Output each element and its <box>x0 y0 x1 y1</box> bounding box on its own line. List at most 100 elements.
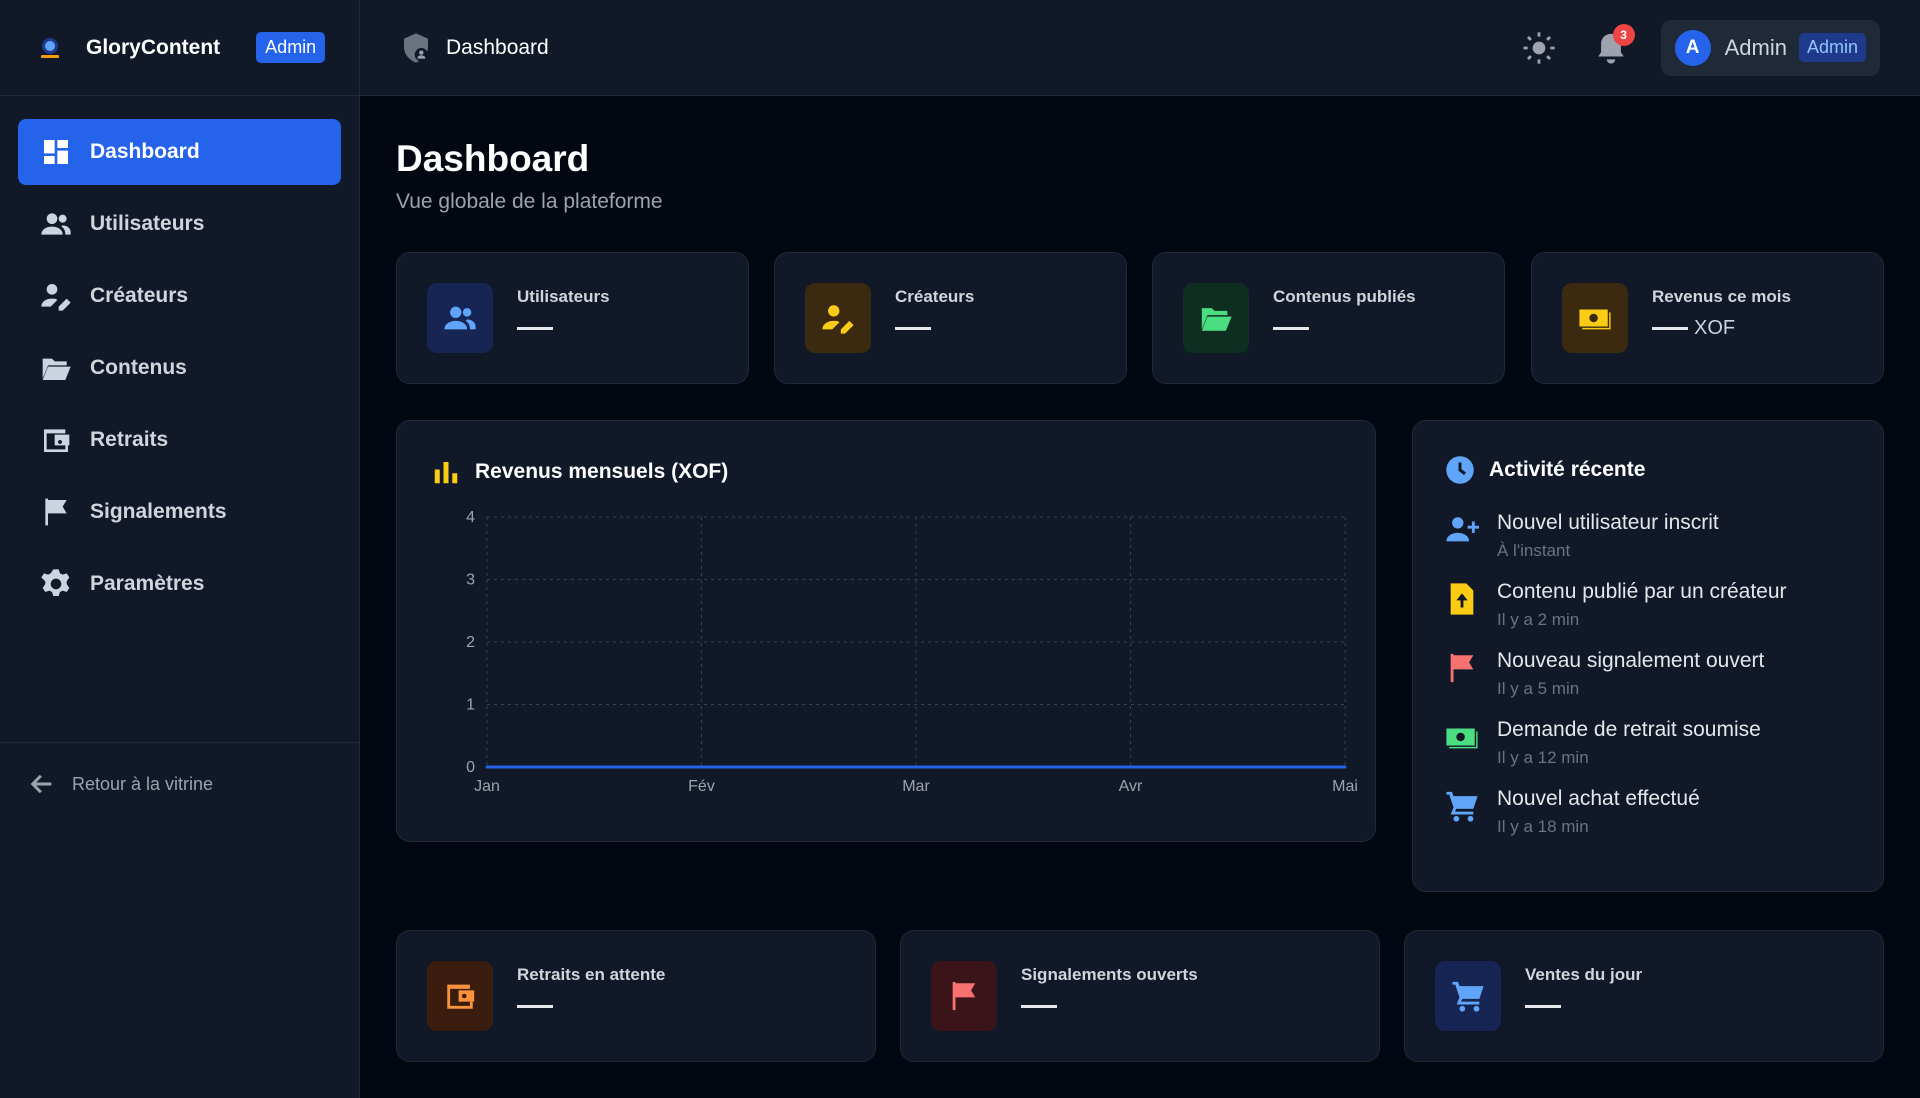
x-tick-label: Avr <box>1119 778 1143 795</box>
stat-label: Contenus publiés <box>1273 287 1416 306</box>
brand-name[interactable]: GloryContent <box>86 36 220 60</box>
empty-value-placeholder <box>895 327 931 330</box>
activity-item: Demande de retrait soumise Il y a 12 min <box>1445 718 1851 768</box>
brand: GloryContent Admin <box>0 0 359 96</box>
sidebar-item-label: Signalements <box>90 500 227 523</box>
activity-header: Activité récente <box>1445 455 1851 485</box>
stat-label: Utilisateurs <box>517 287 610 306</box>
stat-card-users: Utilisateurs <box>396 252 749 384</box>
cart-icon <box>1435 961 1501 1031</box>
sidebar-nav: Dashboard Utilisateurs Créateurs Contenu… <box>0 96 359 617</box>
empty-value-placeholder <box>517 327 553 330</box>
activity-item-title: Demande de retrait soumise <box>1497 718 1761 741</box>
user-name: Admin <box>1724 34 1787 60</box>
user-menu[interactable]: A Admin Admin <box>1660 19 1880 76</box>
sidebar-item-label: Créateurs <box>90 284 189 307</box>
stat-value <box>895 317 974 330</box>
stat-value <box>1273 317 1416 330</box>
empty-value-placeholder <box>1525 1005 1561 1008</box>
activity-item-time: Il y a 5 min <box>1497 679 1580 698</box>
x-tick-label: Mar <box>902 778 930 795</box>
users-icon <box>41 213 71 235</box>
user-edit-icon <box>805 283 871 353</box>
page-subtitle: Vue globale de la plateforme <box>396 190 663 213</box>
wallet-icon <box>427 961 493 1031</box>
y-tick-label: 2 <box>466 634 475 651</box>
header-title: Dashboard <box>446 35 549 59</box>
notification-count-badge: 3 <box>1612 23 1635 46</box>
shield-user-icon <box>404 32 428 63</box>
file-upload-icon <box>1450 583 1474 615</box>
user-plus-icon <box>1446 517 1479 542</box>
stat-label: Retraits en attente <box>517 965 666 984</box>
stat-label: Ventes du jour <box>1525 965 1643 984</box>
top-header: Dashboard 3 A Admin Admin <box>360 0 1920 96</box>
page-title: Dashboard <box>396 138 590 179</box>
activity-item-title: Nouvel achat effectué <box>1497 787 1700 810</box>
activity-item-time: Il y a 2 min <box>1497 610 1580 629</box>
user-edit-icon <box>41 284 71 311</box>
y-tick-label: 1 <box>466 697 475 714</box>
money-icon <box>1446 728 1478 749</box>
stat-value <box>1021 995 1198 1008</box>
activity-item: Nouvel utilisateur inscrit À l'instant <box>1445 511 1851 561</box>
folder-open-icon <box>42 358 71 380</box>
stat-card-monthly-revenue: Revenus ce mois XOF <box>1531 252 1884 384</box>
sidebar-item-label: Dashboard <box>90 140 200 163</box>
dashboard-icon <box>44 140 68 164</box>
header-actions: 3 A Admin Admin <box>1517 19 1880 76</box>
activity-item-time: Il y a 12 min <box>1497 748 1589 767</box>
empty-value-placeholder <box>517 1005 553 1008</box>
x-tick-label: Jan <box>474 778 500 795</box>
stat-label: Signalements ouverts <box>1021 965 1198 984</box>
activity-item: Contenu publié par un créateur Il y a 2 m… <box>1445 580 1851 630</box>
back-to-storefront-link[interactable]: Retour à la vitrine <box>28 770 213 798</box>
sidebar-item-signalements[interactable]: Signalements <box>18 479 341 545</box>
stat-value <box>517 317 610 330</box>
empty-value-placeholder <box>1652 327 1688 330</box>
back-link-label: Retour à la vitrine <box>72 773 214 794</box>
revenue-line-chart: 0 1 2 3 4 Jan Fév Mar Avr Mai <box>466 509 1358 795</box>
x-tick-label: Mai <box>1332 778 1358 795</box>
admin-badge: Admin <box>256 32 326 63</box>
header-breadcrumb: Dashboard <box>400 32 549 64</box>
sidebar-item-contenus[interactable]: Contenus <box>18 335 341 401</box>
sidebar-item-createurs[interactable]: Créateurs <box>18 263 341 329</box>
theme-toggle-button[interactable] <box>1517 26 1561 70</box>
folder-open-icon <box>1183 283 1249 353</box>
sidebar-item-retraits[interactable]: Retraits <box>18 407 341 473</box>
x-tick-label: Fév <box>688 778 715 795</box>
stat-card-open-reports: Signalements ouverts <box>900 930 1380 1062</box>
stat-card-published-content: Contenus publiés <box>1152 252 1505 384</box>
clock-icon <box>1446 456 1474 484</box>
activity-item-title: Contenu publié par un créateur <box>1497 580 1787 603</box>
gear-icon <box>41 569 70 596</box>
stat-value <box>1525 995 1642 1008</box>
brand-logo[interactable] <box>32 30 68 66</box>
stat-value: XOF <box>1652 317 1791 340</box>
revenue-chart-card: Revenus mensuels (XOF) 0 1 2 3 4 Jan Fév Mar Avr… <box>396 420 1376 842</box>
money-icon <box>1562 283 1628 353</box>
activity-item-time: À l'instant <box>1497 541 1571 560</box>
activity-item-title: Nouvel utilisateur inscrit <box>1497 511 1719 534</box>
notifications-button[interactable]: 3 <box>1589 23 1635 70</box>
sidebar-item-parametres[interactable]: Paramètres <box>18 551 341 617</box>
stat-label: Revenus ce mois <box>1652 287 1791 306</box>
sidebar-item-dashboard[interactable]: Dashboard <box>18 119 341 185</box>
sidebar-item-label: Paramètres <box>90 572 205 595</box>
activity-item: Nouveau signalement ouvert Il y a 5 min <box>1445 649 1851 699</box>
users-icon <box>427 283 493 353</box>
activity-item-time: Il y a 18 min <box>1497 817 1589 836</box>
flag-icon <box>931 961 997 1031</box>
cart-icon <box>1446 791 1478 822</box>
user-role-badge: Admin <box>1798 33 1866 62</box>
y-tick-label: 0 <box>466 759 475 776</box>
data-point <box>700 765 703 769</box>
wallet-icon <box>44 429 70 452</box>
sidebar-item-label: Contenus <box>90 356 187 379</box>
stat-card-pending-withdrawals: Retraits en attente <box>396 930 876 1062</box>
sidebar-item-utilisateurs[interactable]: Utilisateurs <box>18 191 341 257</box>
stat-card-creators: Créateurs <box>774 252 1127 384</box>
data-point <box>1343 765 1347 769</box>
stat-label: Créateurs <box>895 287 975 306</box>
